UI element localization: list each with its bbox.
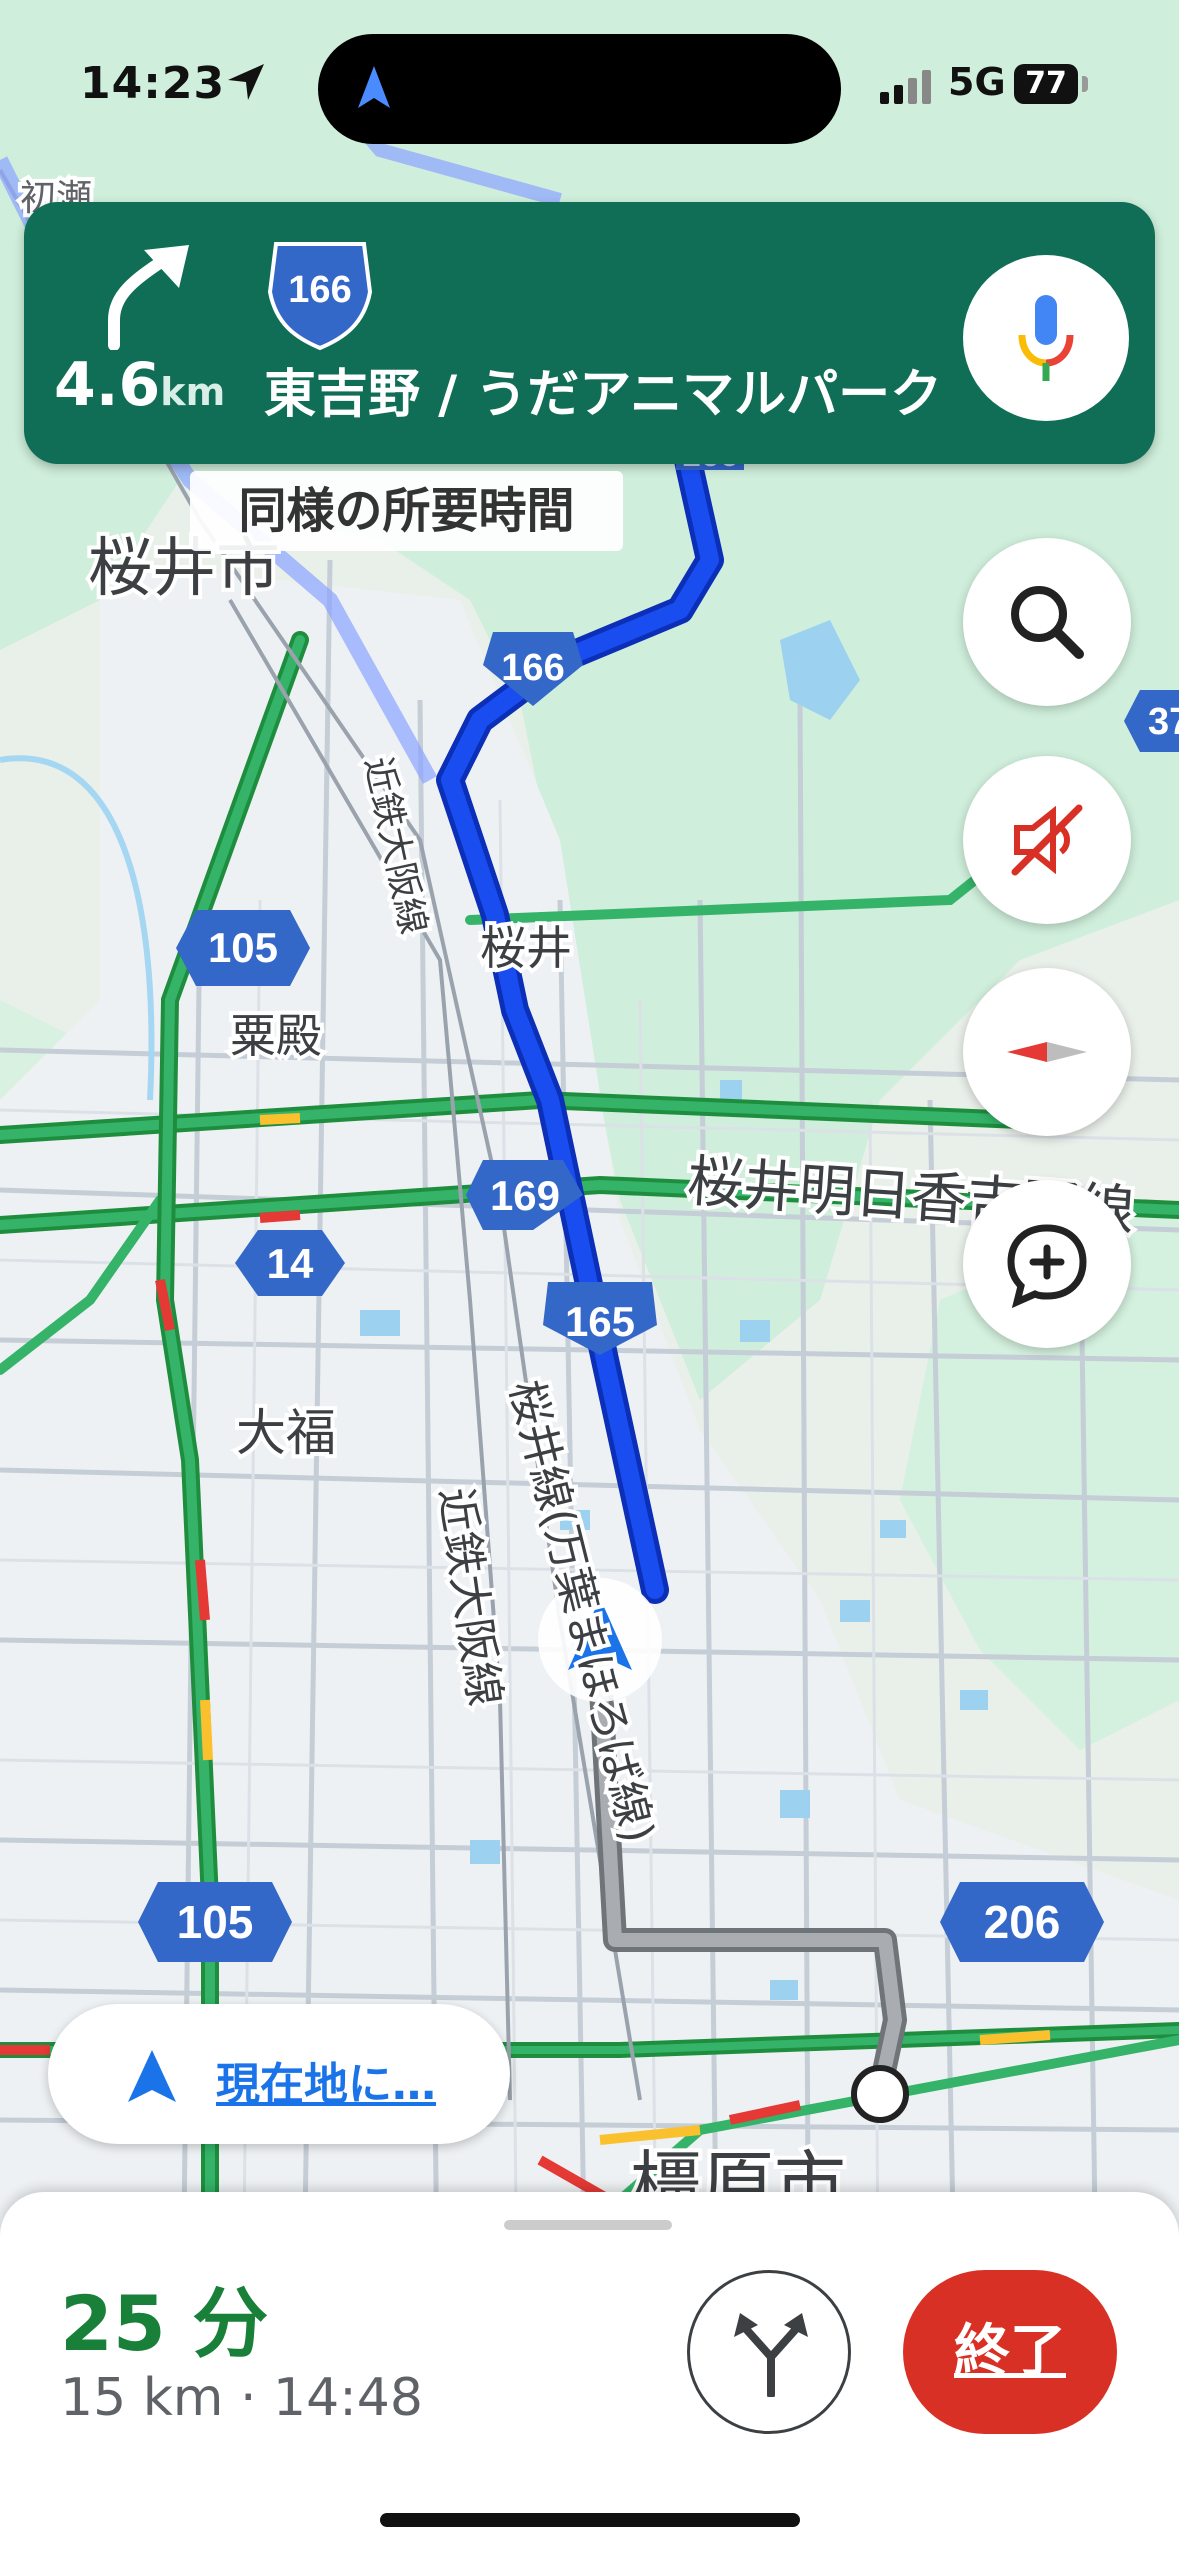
svg-text:166: 166	[501, 647, 564, 689]
similar-time-chip[interactable]: 同様の所要時間	[190, 471, 623, 551]
compass-button[interactable]	[963, 968, 1131, 1136]
turn-right-icon	[108, 245, 189, 350]
road-shield: 105	[138, 1882, 292, 1962]
distance-to-turn: 4.6km	[54, 350, 226, 420]
eta-duration: 25 分	[60, 2279, 269, 2368]
svg-text:105: 105	[177, 1896, 254, 1948]
exit-navigation-button[interactable]: 終了	[903, 2270, 1117, 2434]
status-time: 14:23	[80, 58, 226, 109]
battery-icon: 77	[1014, 64, 1078, 104]
status-bar: 14:23 5G 77	[0, 0, 1179, 175]
mute-button[interactable]	[963, 756, 1131, 924]
navigation-icon	[358, 66, 390, 108]
svg-text:165: 165	[565, 1298, 635, 1345]
svg-text:206: 206	[984, 1896, 1061, 1948]
route-shield-icon: 166	[267, 242, 373, 350]
distance-and-arrival: 15 km · 14:48	[60, 2368, 423, 2428]
home-indicator[interactable]	[380, 2513, 800, 2527]
recenter-button[interactable]: 現在地に…	[48, 2004, 510, 2144]
road-shield: 105	[176, 910, 310, 986]
road-shield: 206	[940, 1882, 1104, 1962]
fork-route-icon	[734, 2313, 808, 2397]
direction-banner[interactable]: 4.6km 166 東吉野 / うだアニマルパーク	[24, 202, 1155, 464]
search-icon	[1011, 586, 1084, 659]
compass-icon	[1007, 1042, 1087, 1062]
svg-text:169: 169	[490, 1172, 560, 1219]
cellular-signal-icon	[880, 70, 931, 104]
road-shield: 14	[235, 1230, 345, 1296]
recenter-label: 現在地に…	[216, 2059, 436, 2110]
add-report-button[interactable]	[963, 1180, 1131, 1348]
trip-summary-sheet[interactable]: 25 分 15 km · 14:48 終了	[0, 2192, 1179, 2556]
svg-text:37: 37	[1148, 701, 1179, 743]
dynamic-island	[318, 34, 841, 144]
map-label: 大福	[236, 1404, 336, 1462]
muted-speaker-icon	[1011, 804, 1083, 876]
map-label: 桜井	[480, 921, 572, 975]
voice-search-button[interactable]	[963, 255, 1129, 421]
add-comment-icon	[1007, 1224, 1087, 1309]
battery-tip	[1082, 76, 1088, 92]
microphone-icon	[1018, 295, 1074, 381]
navigation-arrow-icon	[128, 2050, 176, 2102]
svg-text:166: 166	[288, 269, 351, 311]
search-button[interactable]	[963, 538, 1131, 706]
map-label: 粟殿	[230, 1009, 322, 1063]
sheet-drag-handle[interactable]	[504, 2220, 672, 2230]
svg-text:14: 14	[267, 1240, 314, 1287]
svg-text:105: 105	[208, 924, 278, 971]
location-services-icon	[228, 64, 264, 100]
destination-name: 東吉野 / うだアニマルパーク	[264, 365, 943, 425]
waypoint-marker	[851, 2065, 909, 2123]
network-type: 5G	[948, 60, 1006, 104]
alternate-routes-button[interactable]	[687, 2270, 851, 2434]
